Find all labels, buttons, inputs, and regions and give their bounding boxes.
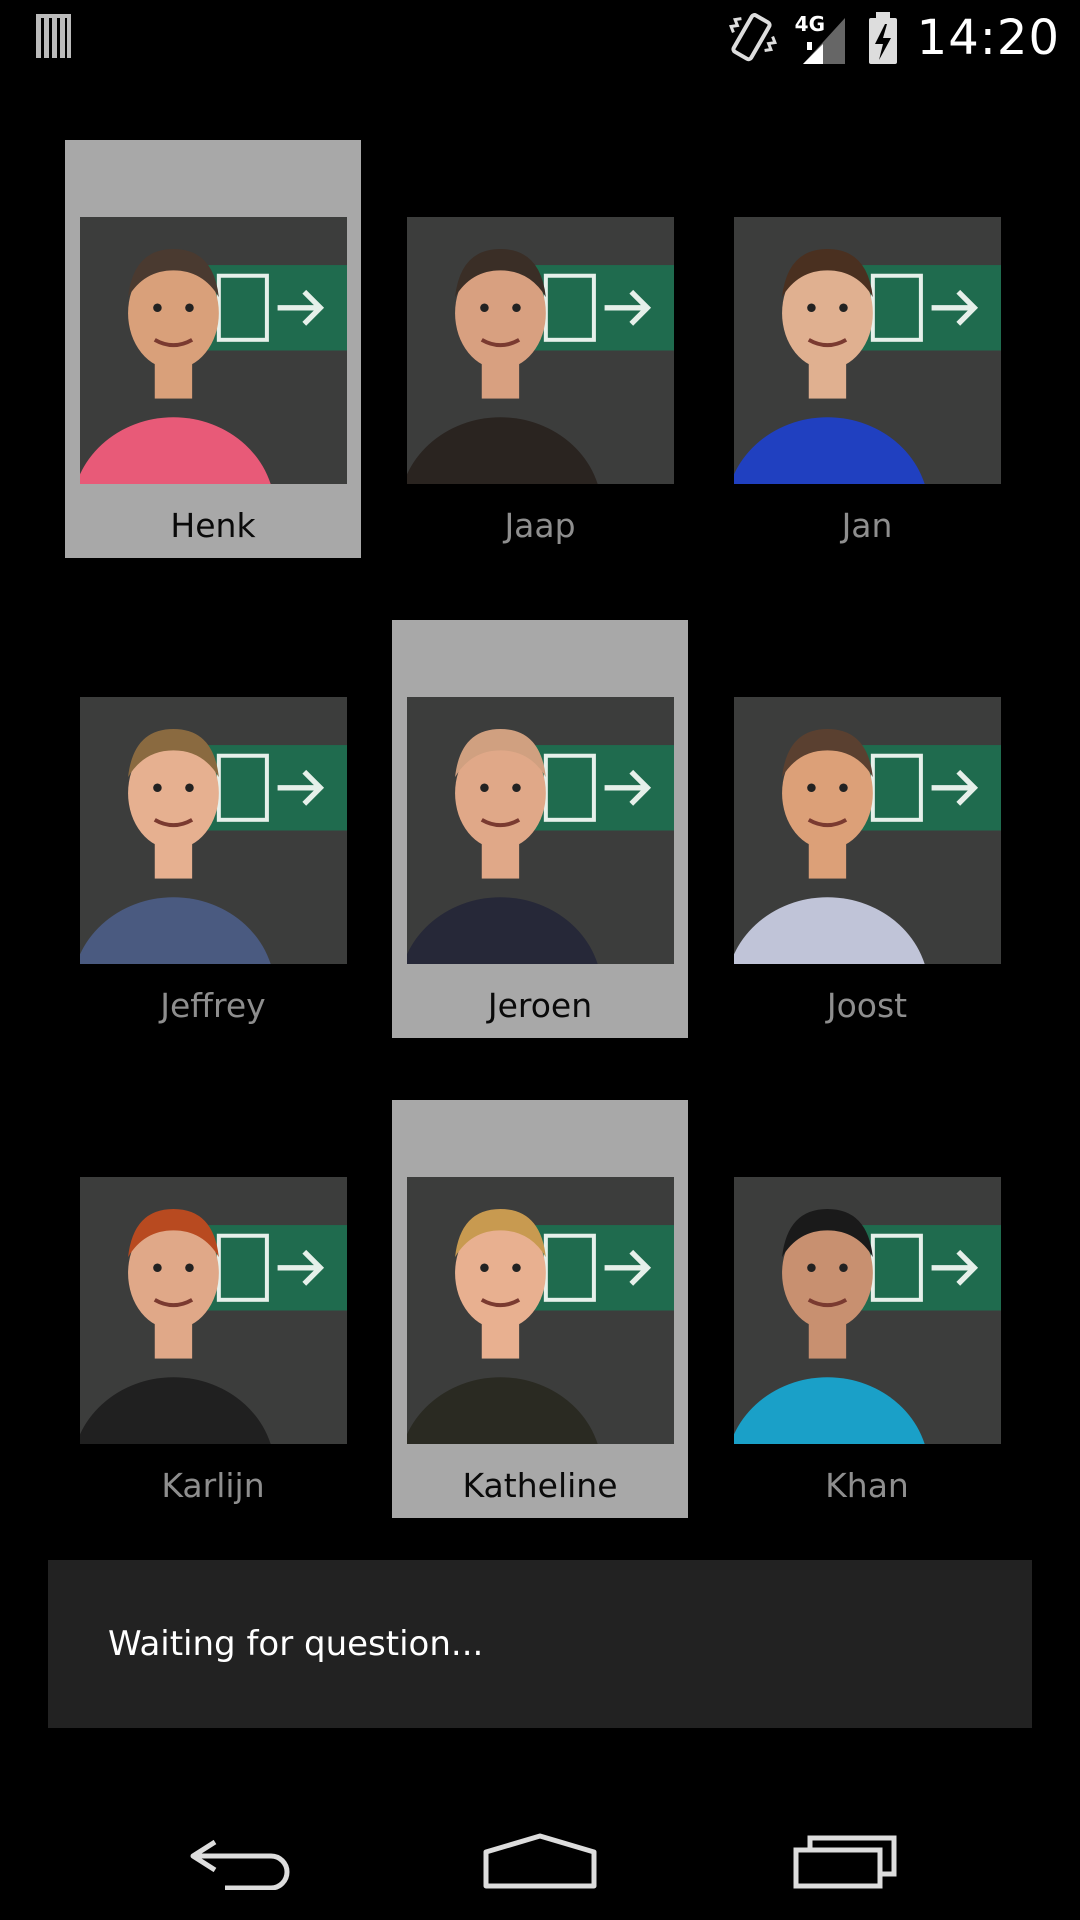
- home-icon: [483, 1833, 597, 1889]
- person-photo: [407, 1177, 674, 1444]
- message-text: Waiting for question...: [108, 1624, 484, 1664]
- vibrate-icon: [728, 13, 777, 62]
- person-photo: [407, 217, 674, 484]
- person-name: Jeffrey: [160, 986, 266, 1025]
- person-photo: [734, 217, 1001, 484]
- person-photo: [80, 1177, 347, 1444]
- person-tile-joost[interactable]: Joost: [719, 620, 1015, 1038]
- person-tile-jeroen[interactable]: Jeroen: [392, 620, 688, 1038]
- person-photo: [734, 697, 1001, 964]
- message-panel: Waiting for question...: [48, 1560, 1032, 1728]
- person-name: Joost: [826, 986, 908, 1025]
- back-icon: [190, 1839, 290, 1890]
- person-tile-karlijn[interactable]: Karlijn: [65, 1100, 361, 1518]
- person-name: Jeroen: [487, 986, 593, 1025]
- clock: 14:20: [916, 10, 1060, 66]
- battery-charging-icon: [868, 12, 897, 64]
- person-tile-jeffrey[interactable]: Jeffrey: [65, 620, 361, 1038]
- person-tile-katheline[interactable]: Katheline: [392, 1100, 688, 1518]
- back-button[interactable]: [130, 1800, 350, 1920]
- recents-icon: [793, 1835, 897, 1889]
- signal-4g-icon: 4G: [793, 8, 853, 68]
- person-name: Jan: [841, 506, 893, 545]
- person-tile-khan[interactable]: Khan: [719, 1100, 1015, 1518]
- person-tile-jaap[interactable]: Jaap: [392, 140, 688, 558]
- person-tile-jan[interactable]: Jan: [719, 140, 1015, 558]
- barcode-notification-icon: [36, 14, 71, 58]
- recents-button[interactable]: [735, 1800, 955, 1920]
- person-name: Jaap: [504, 506, 576, 545]
- person-photo: [80, 697, 347, 964]
- status-icons: 4G 14:20: [721, 6, 1060, 70]
- person-name: Katheline: [462, 1466, 618, 1505]
- status-bar: 4G 14:20: [0, 0, 1080, 75]
- person-tile-henk[interactable]: Henk: [65, 140, 361, 558]
- person-photo: [407, 697, 674, 964]
- person-name: Khan: [825, 1466, 909, 1505]
- person-name: Henk: [170, 506, 256, 545]
- person-photo: [80, 217, 347, 484]
- person-photo: [734, 1177, 1001, 1444]
- person-name: Karlijn: [161, 1466, 265, 1505]
- navigation-bar: [0, 1800, 1080, 1920]
- home-button[interactable]: [430, 1800, 650, 1920]
